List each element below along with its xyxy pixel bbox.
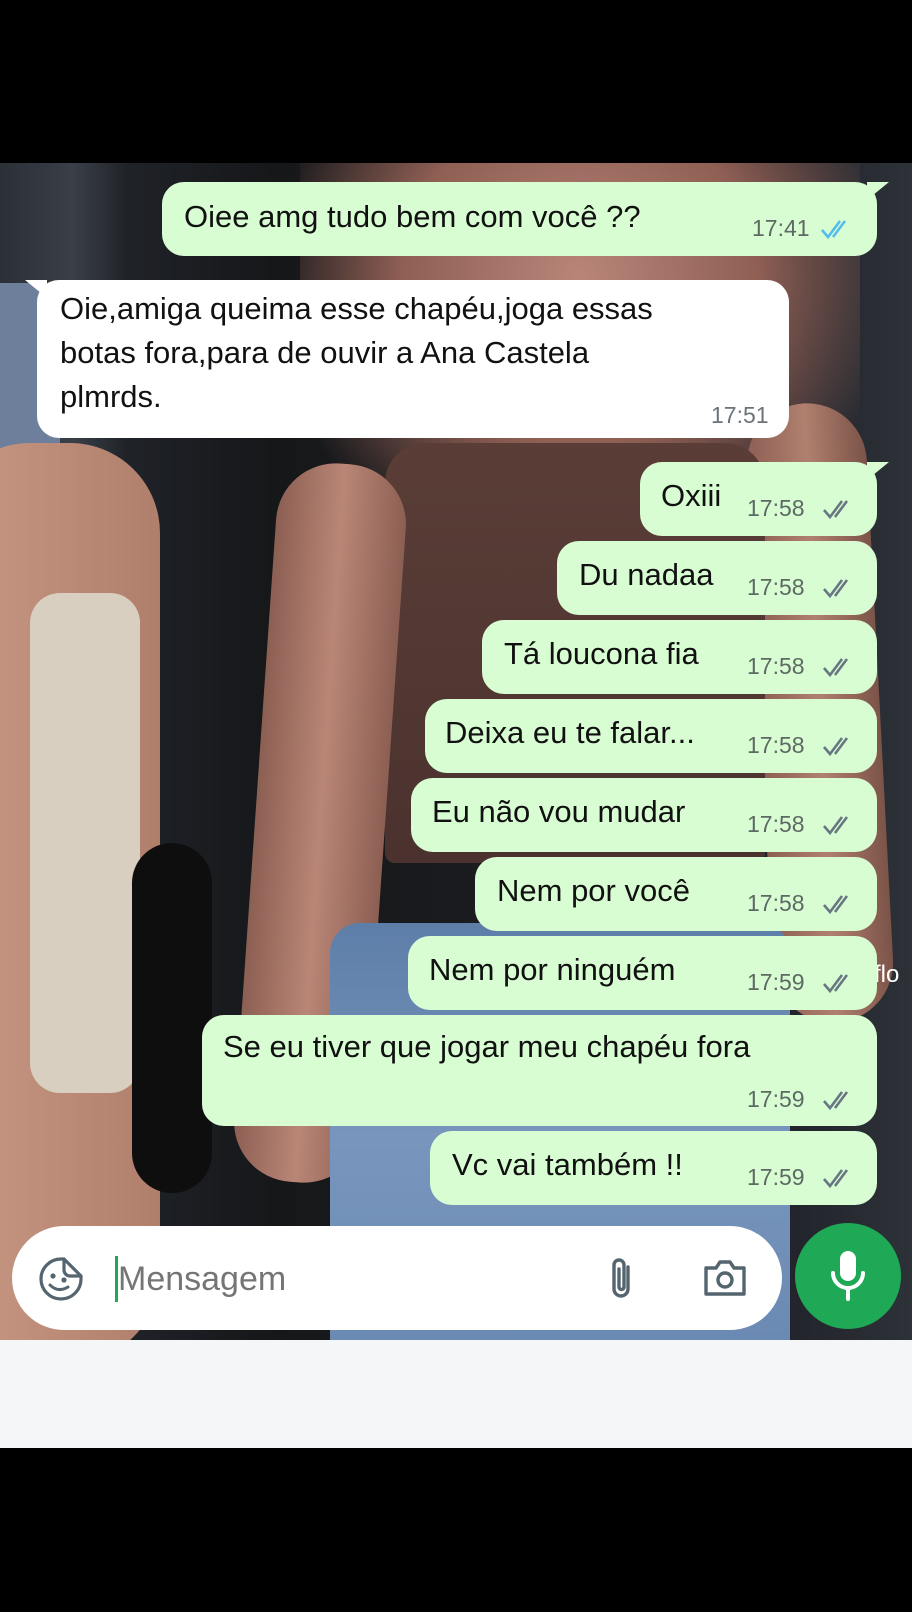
delivered-ticks-icon [823,737,849,757]
message-text: Nem por ninguém [429,952,676,987]
message-time: 17:58 [747,574,805,600]
camera-icon[interactable] [702,1258,748,1298]
message-time: 17:51 [711,402,769,428]
message-text: Deixa eu te falar... [445,715,695,750]
message-text: Oiee amg tudo bem com você ?? [184,199,641,234]
incoming-message[interactable]: Oie,amiga queima esse chapéu,joga essas … [25,280,789,438]
message-text: Vc vai também !! [452,1147,683,1182]
delivered-ticks-icon [823,816,849,836]
message-time: 17:58 [747,653,805,679]
sticker-emoji-icon[interactable] [38,1256,84,1302]
delivered-ticks-icon [823,658,849,678]
read-ticks-icon [821,220,847,240]
outgoing-message[interactable]: Vc vai também !! 17:59 [430,1131,877,1205]
message-time: 17:41 [752,215,810,241]
message-time: 17:58 [747,732,805,758]
outgoing-message[interactable]: Oiee amg tudo bem com você ?? 17:41 [162,182,889,256]
message-time: 17:58 [747,495,805,521]
outgoing-message[interactable]: Oxiii 17:58 [640,462,889,536]
bubble-tail [867,182,889,200]
delivered-ticks-icon [823,1169,849,1189]
delivered-ticks-icon [823,974,849,994]
message-time: 17:59 [747,1086,805,1112]
paperclip-icon[interactable] [606,1255,638,1303]
message-time: 17:58 [747,811,805,837]
message-composer[interactable] [12,1226,782,1330]
message-input[interactable] [116,1248,560,1310]
message-text: Oie,amiga queima esse chapéu,joga essas … [60,291,653,414]
outgoing-message[interactable]: Nem por você 17:58 [475,857,877,931]
bubble-tail [867,462,889,480]
message-text: Se eu tiver que jogar meu chapéu fora [223,1029,751,1064]
outgoing-message[interactable]: Du nadaa 17:58 [557,541,877,615]
microphone-icon [831,1251,865,1301]
delivered-ticks-icon [823,895,849,915]
message-time: 17:59 [747,1164,805,1190]
message-time: 17:58 [747,890,805,916]
outgoing-message[interactable]: Deixa eu te falar... 17:58 [425,699,877,773]
delivered-ticks-icon [823,579,849,599]
message-composer-area [0,1210,912,1340]
voice-record-button[interactable] [795,1223,901,1329]
bubble-tail [25,280,47,298]
outgoing-message[interactable]: Tá loucona fia 17:58 [482,620,877,694]
message-time: 17:59 [747,969,805,995]
outgoing-message[interactable]: Se eu tiver que jogar meu chapéu fora 17… [202,1015,877,1126]
outgoing-message[interactable]: Nem por ninguém 17:59 [408,936,877,1010]
message-text: Tá loucona fia [504,636,699,671]
delivered-ticks-icon [823,500,849,520]
message-text: Oxiii [661,478,722,513]
message-text: Eu não vou mudar [432,794,686,829]
outgoing-message[interactable]: Eu não vou mudar 17:58 [411,778,877,852]
message-text: Nem por você [497,873,690,908]
delivered-ticks-icon [823,1091,849,1111]
wallpaper-caption: flo [874,961,900,988]
message-text: Du nadaa [579,557,714,592]
navigation-bar-area [0,1340,912,1448]
